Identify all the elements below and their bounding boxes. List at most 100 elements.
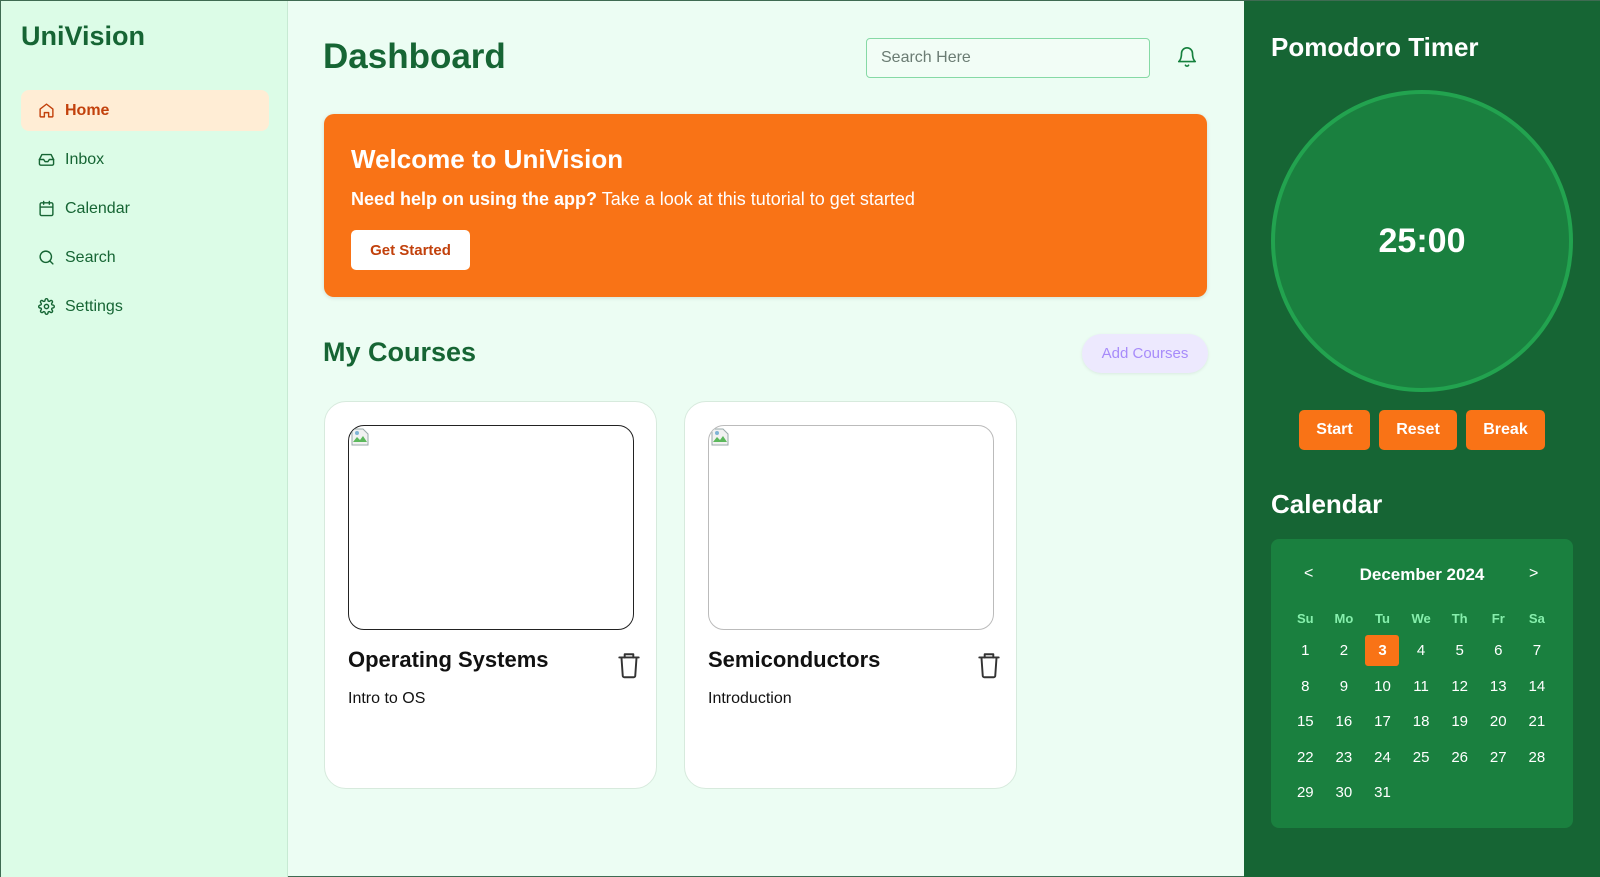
course-title: Operating Systems [348, 647, 549, 672]
calendar-day[interactable]: 17 [1363, 704, 1402, 740]
calendar-weekday: Th [1451, 611, 1468, 626]
gear-icon [38, 298, 55, 315]
trash-icon[interactable] [976, 651, 1002, 679]
timer-controls: Start Reset Break [1299, 410, 1545, 450]
course-subtitle: Introduction [708, 690, 792, 707]
calendar-day-label: 12 [1451, 677, 1469, 695]
calendar-day-label: 14 [1528, 677, 1546, 695]
search-input[interactable] [866, 38, 1150, 78]
sidebar-item-calendar[interactable]: Calendar [21, 188, 269, 229]
calendar-day[interactable]: 19 [1440, 704, 1479, 740]
calendar-day-label: 1 [1301, 642, 1310, 660]
sidebar-item-home[interactable]: Home [21, 90, 269, 131]
calendar-day[interactable]: 22 [1286, 740, 1325, 776]
calendar-day-label: 4 [1416, 642, 1426, 660]
welcome-text: Need help on using the app? Take a look … [351, 189, 915, 210]
calendar-day[interactable]: 15 [1286, 704, 1325, 740]
sidebar-item-label: Home [65, 101, 110, 119]
calendar-day-label: 25 [1412, 748, 1430, 766]
calendar-day[interactable]: 24 [1363, 740, 1402, 776]
calendar-day[interactable]: 26 [1440, 740, 1479, 776]
course-card[interactable]: Operating Systems Intro to OS [324, 401, 657, 789]
break-button[interactable]: Break [1466, 410, 1545, 450]
calendar-day[interactable]: 8 [1286, 669, 1325, 705]
sidebar-item-search[interactable]: Search [21, 237, 269, 278]
calendar-day-label: 9 [1339, 677, 1349, 695]
start-button[interactable]: Start [1299, 410, 1370, 450]
calendar-day-label: 20 [1489, 713, 1507, 731]
calendar-day[interactable]: 4 [1402, 633, 1441, 669]
calendar-day-label: 7 [1532, 642, 1542, 660]
calendar-day[interactable]: 20 [1479, 704, 1518, 740]
sidebar-item-inbox[interactable]: Inbox [21, 139, 269, 180]
add-courses-button[interactable]: Add Courses [1082, 334, 1208, 373]
calendar-day-label: 21 [1528, 713, 1546, 731]
calendar-day-label: 24 [1374, 748, 1391, 766]
calendar-day-label: 19 [1451, 713, 1469, 731]
search-icon [39, 250, 54, 265]
course-subtitle: Intro to OS [348, 690, 426, 707]
calendar-day[interactable]: 1 [1286, 633, 1325, 669]
calendar-day-today[interactable]: 3 [1363, 633, 1402, 669]
calendar-day[interactable]: 21 [1518, 704, 1557, 740]
course-card[interactable]: Semiconductors Introduction [684, 401, 1017, 789]
calendar-day-label: 6 [1494, 642, 1503, 660]
get-started-button[interactable]: Get Started [351, 230, 470, 270]
calendar-weekday: Fr [1491, 611, 1505, 626]
calendar-day[interactable]: 11 [1402, 669, 1441, 705]
calendar-day[interactable]: 5 [1440, 633, 1479, 669]
calendar-day[interactable]: 10 [1363, 669, 1402, 705]
calendar-day[interactable]: 7 [1518, 633, 1557, 669]
welcome-title: Welcome to UniVision [351, 144, 624, 174]
calendar-day-label: 28 [1528, 748, 1546, 766]
sidebar-item-label: Inbox [65, 150, 105, 168]
calendar-day[interactable]: 28 [1518, 740, 1557, 776]
right-panel: Pomodoro Timer 25:00 Start Reset Break C… [1244, 1, 1600, 877]
calendar-day[interactable]: 29 [1286, 775, 1325, 811]
calendar-day[interactable]: 27 [1479, 740, 1518, 776]
calendar-day[interactable]: 23 [1325, 740, 1364, 776]
calendar-day[interactable]: 6 [1479, 633, 1518, 669]
calendar-day-label: 23 [1335, 748, 1353, 766]
sidebar-item-label: Settings [65, 297, 123, 315]
sidebar-item-label: Calendar [65, 199, 130, 217]
welcome-banner: Welcome to UniVision Need help on using … [324, 114, 1207, 297]
calendar-icon [39, 200, 54, 217]
welcome-help-bold: Need help on using the app? [351, 189, 598, 209]
calendar-day-label: 16 [1335, 713, 1353, 731]
calendar-day-label: 5 [1455, 642, 1464, 660]
calendar-next-button[interactable]: > [1529, 565, 1538, 583]
course-image [708, 425, 994, 630]
calendar-weekday: Mo [1334, 611, 1354, 626]
calendar-day[interactable]: 9 [1325, 669, 1364, 705]
calendar-day-label: 15 [1296, 713, 1314, 731]
trash-icon[interactable] [616, 651, 642, 679]
calendar-day-label: 17 [1374, 713, 1391, 731]
calendar-day[interactable]: 16 [1325, 704, 1364, 740]
calendar-day-label: 10 [1374, 677, 1391, 695]
calendar-weekday: We [1411, 611, 1431, 626]
calendar-day[interactable]: 25 [1402, 740, 1441, 776]
sidebar-item-settings[interactable]: Settings [21, 286, 269, 327]
calendar-day-label: 29 [1296, 784, 1314, 802]
calendar-day[interactable]: 13 [1479, 669, 1518, 705]
course-image [348, 425, 634, 630]
calendar-day[interactable]: 2 [1325, 633, 1364, 669]
reset-button[interactable]: Reset [1379, 410, 1457, 450]
calendar-prev-button[interactable]: < [1304, 565, 1313, 583]
calendar-day[interactable]: 12 [1440, 669, 1479, 705]
inbox-icon [38, 153, 55, 166]
calendar-day[interactable]: 18 [1402, 704, 1441, 740]
calendar-month: December 2024 [1359, 565, 1485, 584]
calendar-day[interactable]: 31 [1363, 775, 1402, 811]
calendar-day-label: 26 [1451, 748, 1469, 766]
calendar-day[interactable]: 14 [1518, 669, 1557, 705]
calendar-day-label: 2 [1339, 642, 1349, 660]
sidebar-item-label: Search [65, 248, 116, 266]
calendar-weekday: Sa [1528, 611, 1545, 626]
bell-icon[interactable] [1176, 46, 1198, 68]
courses-title: My Courses [323, 337, 477, 367]
calendar-day[interactable]: 30 [1325, 775, 1364, 811]
calendar-title: Calendar [1271, 489, 1383, 519]
calendar-day-label: 30 [1335, 784, 1353, 802]
